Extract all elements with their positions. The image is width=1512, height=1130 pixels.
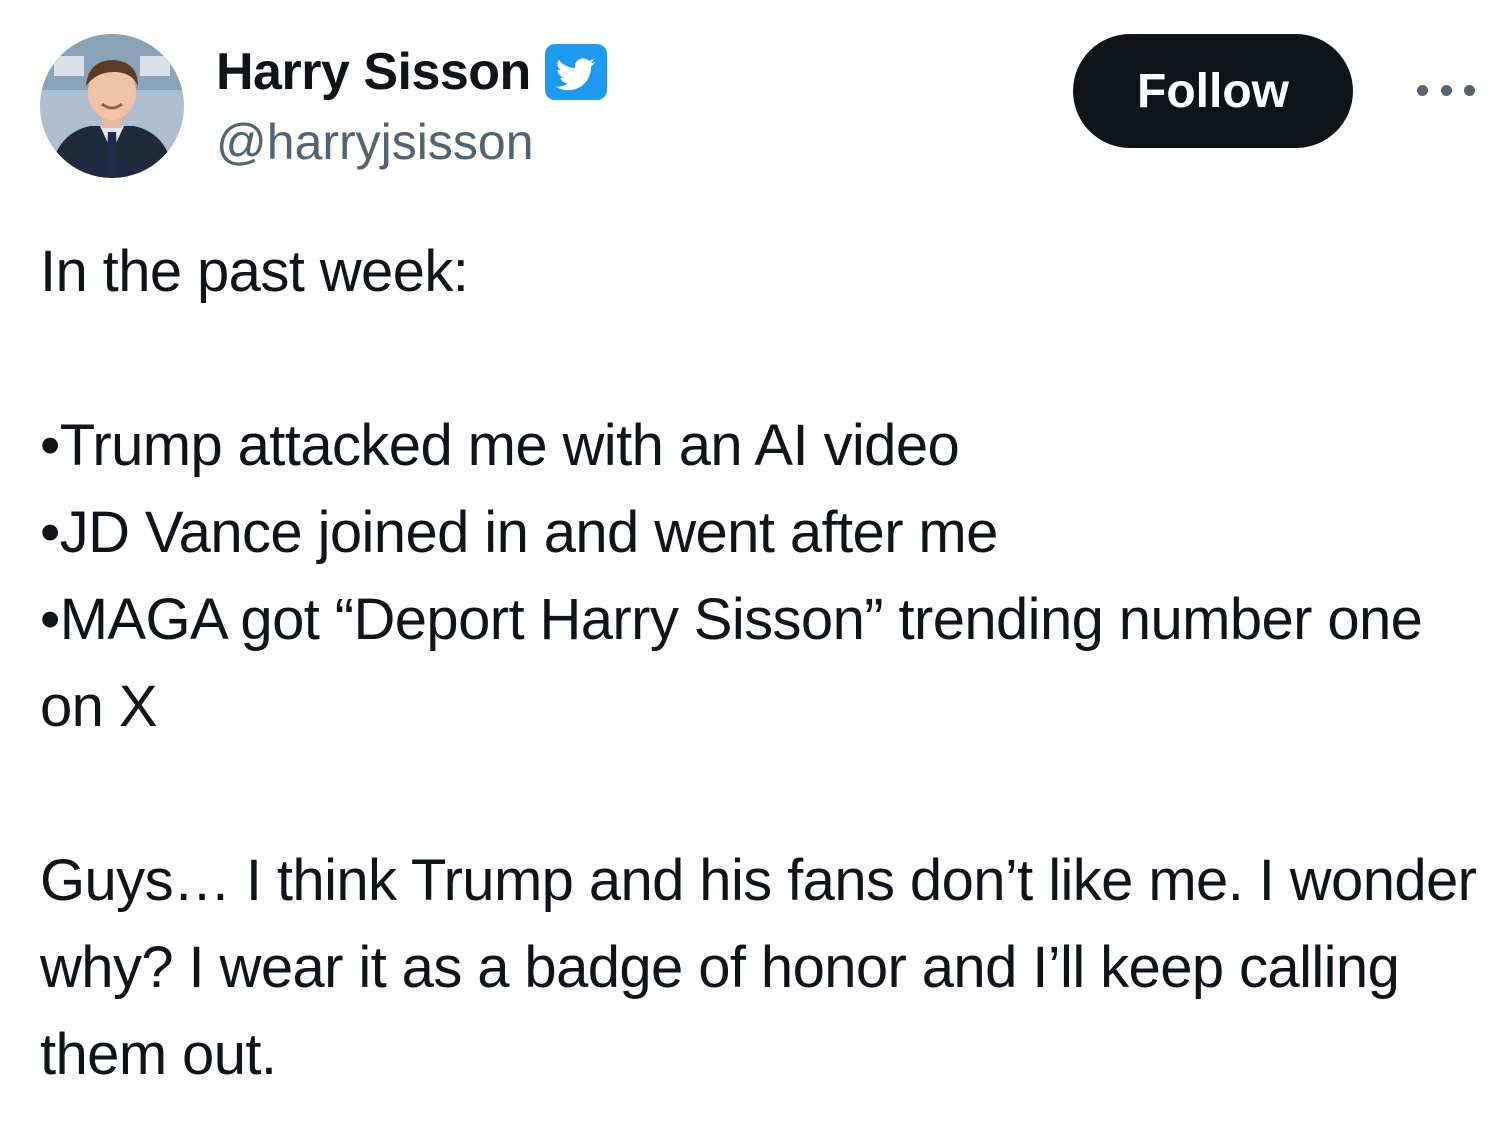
tweet-text: In the past week: •Trump attacked me wit… [40, 228, 1480, 1098]
tweet-bullet-2: •JD Vance joined in and went after me [40, 500, 998, 565]
avatar-image [40, 34, 184, 178]
author-display-name[interactable]: Harry Sisson [216, 40, 531, 104]
ellipsis-icon [1440, 84, 1452, 96]
verified-badge-icon [544, 44, 607, 100]
tweet-closing-paragraph: Guys… I think Trump and his fans don’t l… [40, 848, 1477, 1087]
ellipsis-icon [1417, 84, 1428, 96]
follow-button[interactable]: Follow [1073, 34, 1353, 148]
tweet-card: Harry Sisson @harryjsisson Follow In the… [0, 0, 1512, 1130]
more-options-button[interactable] [1414, 70, 1478, 110]
tweet-bullet-1: •Trump attacked me with an AI video [40, 413, 960, 478]
avatar[interactable] [40, 34, 184, 178]
tweet-bullet-3: •MAGA got “Deport Harry Sisson” trending… [40, 587, 1423, 739]
author-name-row: Harry Sisson [216, 40, 607, 104]
tweet-intro-line: In the past week: [40, 239, 469, 304]
ellipsis-icon [1464, 84, 1475, 96]
author-handle[interactable]: @harryjsisson [216, 112, 534, 172]
